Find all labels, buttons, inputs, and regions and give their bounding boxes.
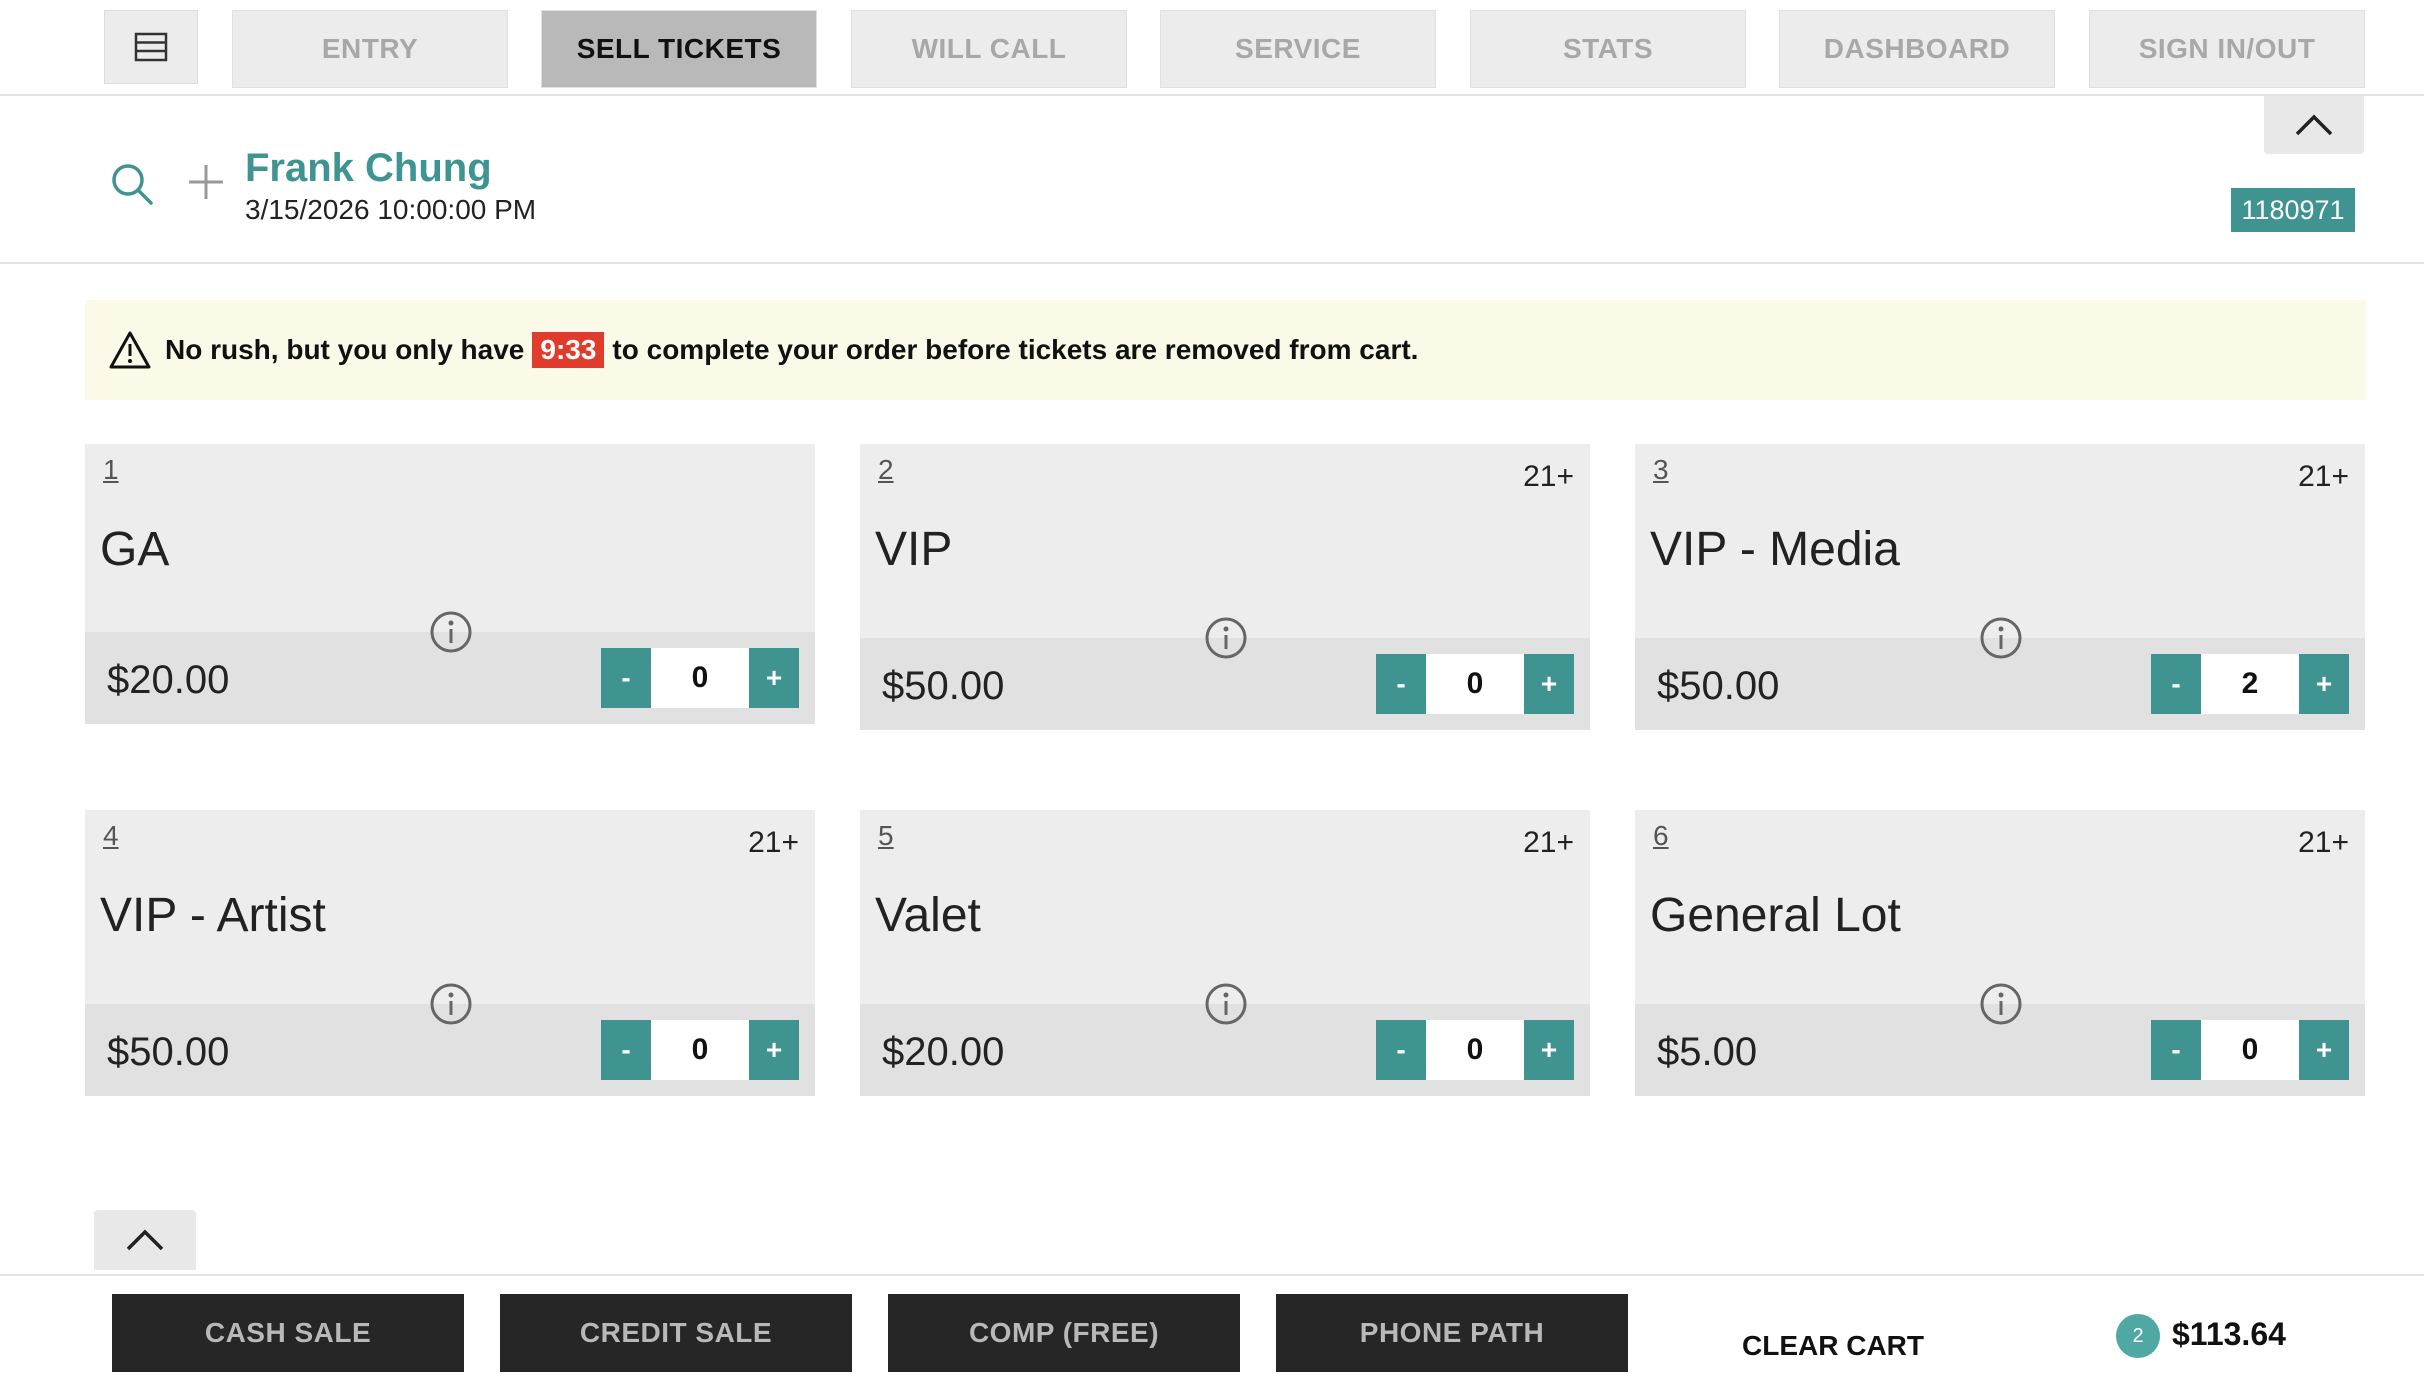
ticket-card: 1 GA $20.00 - 0 + — [85, 444, 815, 724]
info-icon[interactable] — [429, 610, 473, 654]
ticket-footer: $20.00 - 0 + — [860, 983, 1590, 1096]
ticket-footer: $5.00 - 0 + — [1635, 983, 2365, 1096]
age-restriction: 21+ — [2298, 826, 2349, 859]
customer-header: Frank Chung 3/15/2026 10:00:00 PM 118097… — [0, 96, 2424, 264]
menu-button[interactable] — [104, 10, 198, 84]
info-icon[interactable] — [429, 982, 473, 1026]
tab-will-call[interactable]: WILL CALL — [851, 10, 1127, 88]
ticket-number: 3 — [1653, 454, 1669, 485]
ticket-number: 4 — [103, 820, 119, 851]
ticket-price: $20.00 — [882, 1030, 1005, 1074]
increment-button[interactable]: + — [749, 648, 799, 708]
ticket-name: VIP — [875, 523, 953, 576]
tab-label: SERVICE — [1235, 33, 1361, 64]
ticket-price: $50.00 — [882, 664, 1005, 708]
collapse-header-button[interactable] — [2264, 96, 2364, 154]
increment-button[interactable]: + — [1524, 654, 1574, 714]
tab-stats[interactable]: STATS — [1470, 10, 1746, 88]
chevron-up-icon — [126, 1229, 164, 1251]
age-restriction: 21+ — [1523, 460, 1574, 493]
cart-timer-warning: No rush, but you only have 9:33 to compl… — [85, 300, 2366, 400]
warning-text-after: to complete your order before tickets ar… — [612, 334, 1419, 365]
ticket-card: 3 21+ VIP - Media $50.00 - 2 + — [1635, 444, 2365, 730]
info-icon[interactable] — [1204, 982, 1248, 1026]
tab-entry[interactable]: ENTRY — [232, 10, 508, 88]
decrement-button[interactable]: - — [1376, 654, 1426, 714]
clear-cart-button[interactable]: CLEAR CART — [1742, 1330, 1924, 1362]
decrement-button[interactable]: - — [1376, 1020, 1426, 1080]
ticket-card: 5 21+ Valet $20.00 - 0 + — [860, 810, 1590, 1096]
ticket-price: $5.00 — [1657, 1030, 1758, 1074]
ticket-footer: $20.00 - 0 + — [85, 611, 815, 724]
age-restriction: 21+ — [1523, 826, 1574, 859]
ticket-footer: $50.00 - 0 + — [860, 617, 1590, 730]
footer-action-bar: CASH SALE CREDIT SALE COMP (FREE) PHONE … — [0, 1274, 2424, 1376]
tab-dashboard[interactable]: DASHBOARD — [1779, 10, 2055, 88]
comp-free-button[interactable]: COMP (FREE) — [888, 1294, 1240, 1372]
increment-button[interactable]: + — [2299, 1020, 2349, 1080]
ticket-price: $50.00 — [1657, 664, 1780, 708]
age-restriction: 21+ — [748, 826, 799, 859]
tab-label: ENTRY — [321, 33, 419, 64]
cart-count-badge: 2 — [2116, 1314, 2160, 1358]
cash-sale-button[interactable]: CASH SALE — [112, 1294, 464, 1372]
decrement-button[interactable]: - — [601, 1020, 651, 1080]
decrement-button[interactable]: - — [2151, 654, 2201, 714]
warning-text-before: No rush, but you only have — [165, 334, 525, 365]
tab-label: SIGN IN/OUT — [2138, 33, 2316, 64]
quantity-field[interactable]: 2 — [2201, 654, 2299, 714]
increment-button[interactable]: + — [2299, 654, 2349, 714]
tab-label: WILL CALL — [911, 33, 1067, 64]
event-datetime: 3/15/2026 10:00:00 PM — [245, 194, 537, 225]
increment-button[interactable]: + — [749, 1020, 799, 1080]
order-id-badge: 1180971 — [2231, 188, 2355, 232]
expand-footer-button[interactable] — [94, 1210, 196, 1270]
menu-icon — [134, 32, 168, 62]
tab-label: STATS — [1562, 33, 1654, 64]
quantity-field[interactable]: 0 — [2201, 1020, 2299, 1080]
ticket-card: 2 21+ VIP $50.00 - 0 + — [860, 444, 1590, 730]
countdown-timer: 9:33 — [532, 332, 605, 368]
tab-sign-in-out[interactable]: SIGN IN/OUT — [2089, 10, 2365, 88]
info-icon[interactable] — [1204, 616, 1248, 660]
decrement-button[interactable]: - — [601, 648, 651, 708]
increment-button[interactable]: + — [1524, 1020, 1574, 1080]
plus-icon[interactable] — [186, 162, 226, 202]
decrement-button[interactable]: - — [2151, 1020, 2201, 1080]
ticket-name: GA — [100, 523, 170, 576]
quantity-field[interactable]: 0 — [651, 1020, 749, 1080]
ticket-footer: $50.00 - 0 + — [85, 983, 815, 1096]
ticket-price: $20.00 — [107, 658, 230, 702]
ticket-number: 6 — [1653, 820, 1669, 851]
ticket-footer: $50.00 - 2 + — [1635, 617, 2365, 730]
cart-total[interactable]: $113.64 — [2172, 1316, 2286, 1353]
quantity-field[interactable]: 0 — [1426, 654, 1524, 714]
ticket-name: VIP - Media — [1650, 523, 1900, 576]
ticket-name: VIP - Artist — [100, 889, 326, 942]
credit-sale-button[interactable]: CREDIT SALE — [500, 1294, 852, 1372]
chevron-up-icon — [2295, 114, 2333, 136]
info-icon[interactable] — [1979, 616, 2023, 660]
top-nav: ENTRY SELL TICKETS WILL CALL SERVICE STA… — [0, 0, 2424, 96]
quantity-field[interactable]: 0 — [1426, 1020, 1524, 1080]
ticket-name: General Lot — [1650, 889, 1901, 942]
tab-label: SELL TICKETS — [576, 33, 782, 64]
search-icon[interactable] — [110, 162, 154, 206]
age-restriction: 21+ — [2298, 460, 2349, 493]
ticket-card: 4 21+ VIP - Artist $50.00 - 0 + — [85, 810, 815, 1096]
ticket-number: 1 — [103, 454, 119, 485]
tab-sell-tickets[interactable]: SELL TICKETS — [541, 10, 817, 88]
ticket-name: Valet — [875, 889, 981, 942]
tab-label: DASHBOARD — [1823, 33, 2011, 64]
ticket-card: 6 21+ General Lot $5.00 - 0 + — [1635, 810, 2365, 1096]
ticket-number: 2 — [878, 454, 894, 485]
customer-name[interactable]: Frank Chung — [245, 146, 492, 191]
tab-service[interactable]: SERVICE — [1160, 10, 1436, 88]
quantity-field[interactable]: 0 — [651, 648, 749, 708]
ticket-price: $50.00 — [107, 1030, 230, 1074]
info-icon[interactable] — [1979, 982, 2023, 1026]
warning-icon — [109, 331, 151, 369]
phone-path-button[interactable]: PHONE PATH — [1276, 1294, 1628, 1372]
ticket-number: 5 — [878, 820, 894, 851]
